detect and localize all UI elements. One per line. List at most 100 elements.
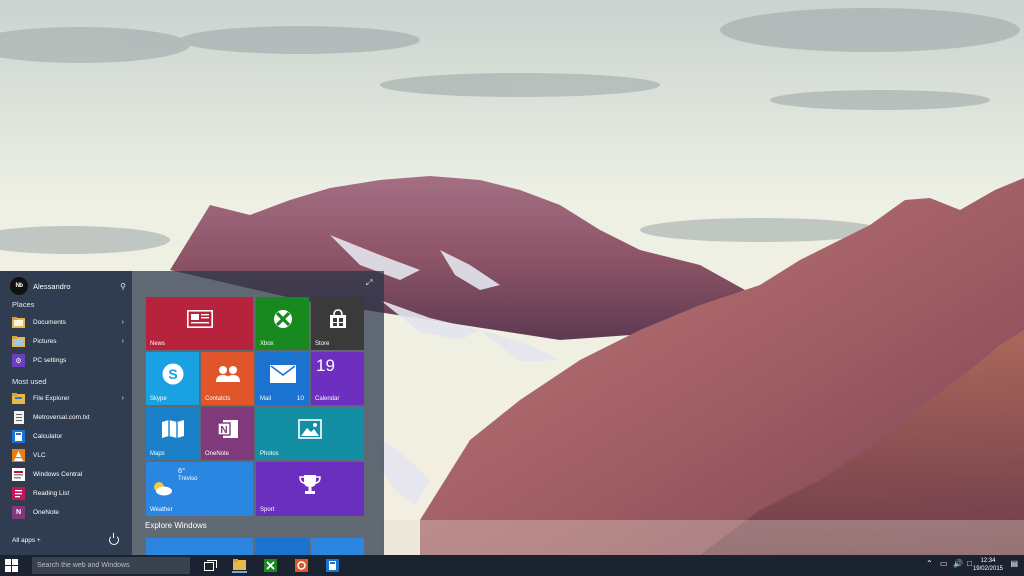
all-apps-link[interactable]: All apps + xyxy=(12,537,41,544)
action-center-icon[interactable]: ▤ xyxy=(1010,559,1018,568)
windows-start-icon[interactable] xyxy=(5,559,18,572)
places-item-pictures[interactable]: Pictures › xyxy=(12,333,124,350)
tile-label: Photos xyxy=(260,451,279,457)
tile-contacts[interactable]: Contatcts xyxy=(201,352,254,405)
user-name[interactable]: Alessandro xyxy=(33,282,120,291)
places-item-pc-settings[interactable]: ⚙ PC settings xyxy=(12,352,124,369)
start-menu: Nb Alessandro ⚲ Places Documents › Pictu… xyxy=(0,271,384,555)
tile-label: Sport xyxy=(260,507,275,513)
message-icon[interactable]: □ xyxy=(967,559,972,568)
tile-explore-1[interactable] xyxy=(146,538,253,555)
most-used-item-label: OneNote xyxy=(33,509,60,516)
user-header[interactable]: Nb Alessandro ⚲ xyxy=(10,276,126,296)
tile-calendar[interactable]: 19 Calendar xyxy=(311,352,364,405)
clock-time: 12:34 xyxy=(980,558,996,564)
most-used-item-calculator[interactable]: Calculator xyxy=(12,428,124,445)
map-icon xyxy=(146,407,199,450)
mail-unread-badge: 10 xyxy=(296,395,304,402)
tile-label: Weather xyxy=(150,507,173,513)
tile-weather[interactable]: 6° Treviso Weather xyxy=(146,462,253,516)
people-icon xyxy=(201,352,254,395)
most-used-item-label: Windows Central xyxy=(33,471,83,478)
chevron-right-icon[interactable]: › xyxy=(122,395,124,402)
places-item-label: PC settings xyxy=(33,357,67,364)
most-used-item-vlc[interactable]: VLC xyxy=(12,447,124,464)
calculator-icon[interactable] xyxy=(325,558,340,573)
expand-icon[interactable]: ⤢ xyxy=(366,278,372,288)
most-used-item-reading-list[interactable]: Reading List xyxy=(12,485,124,502)
task-view-icon[interactable] xyxy=(203,558,218,573)
tile-label: Mail xyxy=(260,396,272,402)
chevron-right-icon[interactable]: › xyxy=(122,319,124,326)
tile-mail[interactable]: Mail 10 xyxy=(256,352,309,405)
places-heading: Places xyxy=(12,300,35,309)
places-item-documents[interactable]: Documents › xyxy=(12,314,124,331)
news-icon xyxy=(146,297,253,340)
most-used-item-windows-central[interactable]: Windows Central xyxy=(12,466,124,483)
clock[interactable]: 12:34 19/02/2015 xyxy=(973,557,1003,573)
search-icon[interactable]: ⚲ xyxy=(120,282,126,291)
tile-photos[interactable]: Photos xyxy=(256,407,364,460)
start-menu-left-pane: Nb Alessandro ⚲ Places Documents › Pictu… xyxy=(0,271,132,555)
mail-icon xyxy=(256,352,309,395)
folder-icon xyxy=(12,335,25,348)
vlc-icon xyxy=(12,449,25,462)
document-icon xyxy=(12,411,25,424)
places-item-label: Pictures xyxy=(33,338,57,345)
calculator-icon xyxy=(12,430,25,443)
power-icon[interactable] xyxy=(109,533,119,545)
folder-icon xyxy=(12,392,25,405)
weather-city: Treviso xyxy=(178,476,198,482)
gear-icon: ⚙ xyxy=(12,354,25,367)
tile-explore-2[interactable] xyxy=(256,538,309,555)
photos-icon xyxy=(256,407,364,450)
svg-text:N: N xyxy=(220,425,227,436)
music-app-icon[interactable] xyxy=(294,558,309,573)
tile-onenote[interactable]: N OneNote xyxy=(201,407,254,460)
file-explorer-icon[interactable] xyxy=(232,558,247,573)
clock-date: 19/02/2015 xyxy=(972,566,1003,572)
xbox-icon[interactable] xyxy=(263,558,278,573)
tile-explore-3[interactable] xyxy=(311,538,364,555)
taskbar: Search the web and Windows ⌃ ▭ 🔊 □ 12:34… xyxy=(0,555,1024,576)
places-item-label: Documents xyxy=(33,319,66,326)
tile-maps[interactable]: Maps xyxy=(146,407,199,460)
xbox-icon xyxy=(256,297,309,340)
onenote-icon: N xyxy=(12,506,25,519)
tile-label: Skype xyxy=(150,396,167,402)
chevron-up-icon[interactable]: ⌃ xyxy=(926,559,933,568)
most-used-item-label: Reading List xyxy=(33,490,70,497)
most-used-item-file-explorer[interactable]: File Explorer › xyxy=(12,390,124,407)
tile-skype[interactable]: S Skype xyxy=(146,352,199,405)
chevron-right-icon[interactable]: › xyxy=(122,338,124,345)
tile-label: Contatcts xyxy=(205,396,231,402)
search-input[interactable]: Search the web and Windows xyxy=(32,557,190,574)
folder-icon xyxy=(12,316,25,329)
tile-news[interactable]: News xyxy=(146,297,253,350)
svg-text:S: S xyxy=(168,366,177,382)
most-used-item-label: File Explorer xyxy=(33,395,70,402)
calendar-day: 19 xyxy=(316,356,335,375)
store-icon xyxy=(311,297,364,340)
onenote-icon: N xyxy=(201,407,254,450)
tile-sport[interactable]: Sport xyxy=(256,462,364,516)
tile-label: Maps xyxy=(150,451,165,457)
tile-label: Xbox xyxy=(260,341,274,347)
volume-icon[interactable]: 🔊 xyxy=(953,559,963,568)
tile-store[interactable]: Store xyxy=(311,297,364,350)
most-used-item-label: VLC xyxy=(33,452,46,459)
avatar[interactable]: Nb xyxy=(10,277,28,295)
trophy-icon xyxy=(256,462,364,506)
partly-cloudy-icon xyxy=(151,480,173,501)
tile-label: Store xyxy=(315,341,330,347)
most-used-item-onenote[interactable]: N OneNote xyxy=(12,504,124,521)
most-used-item-label: Metroversal.com.txt xyxy=(33,414,90,421)
reading-list-icon xyxy=(12,487,25,500)
tile-label: Calendar xyxy=(315,396,340,402)
network-icon[interactable]: ▭ xyxy=(940,559,948,568)
tile-xbox[interactable]: Xbox xyxy=(256,297,309,350)
most-used-item-metroversal[interactable]: Metroversal.com.txt xyxy=(12,409,124,426)
most-used-item-label: Calculator xyxy=(33,433,63,440)
tile-label: News xyxy=(150,341,166,347)
tile-label: OneNote xyxy=(205,451,230,457)
